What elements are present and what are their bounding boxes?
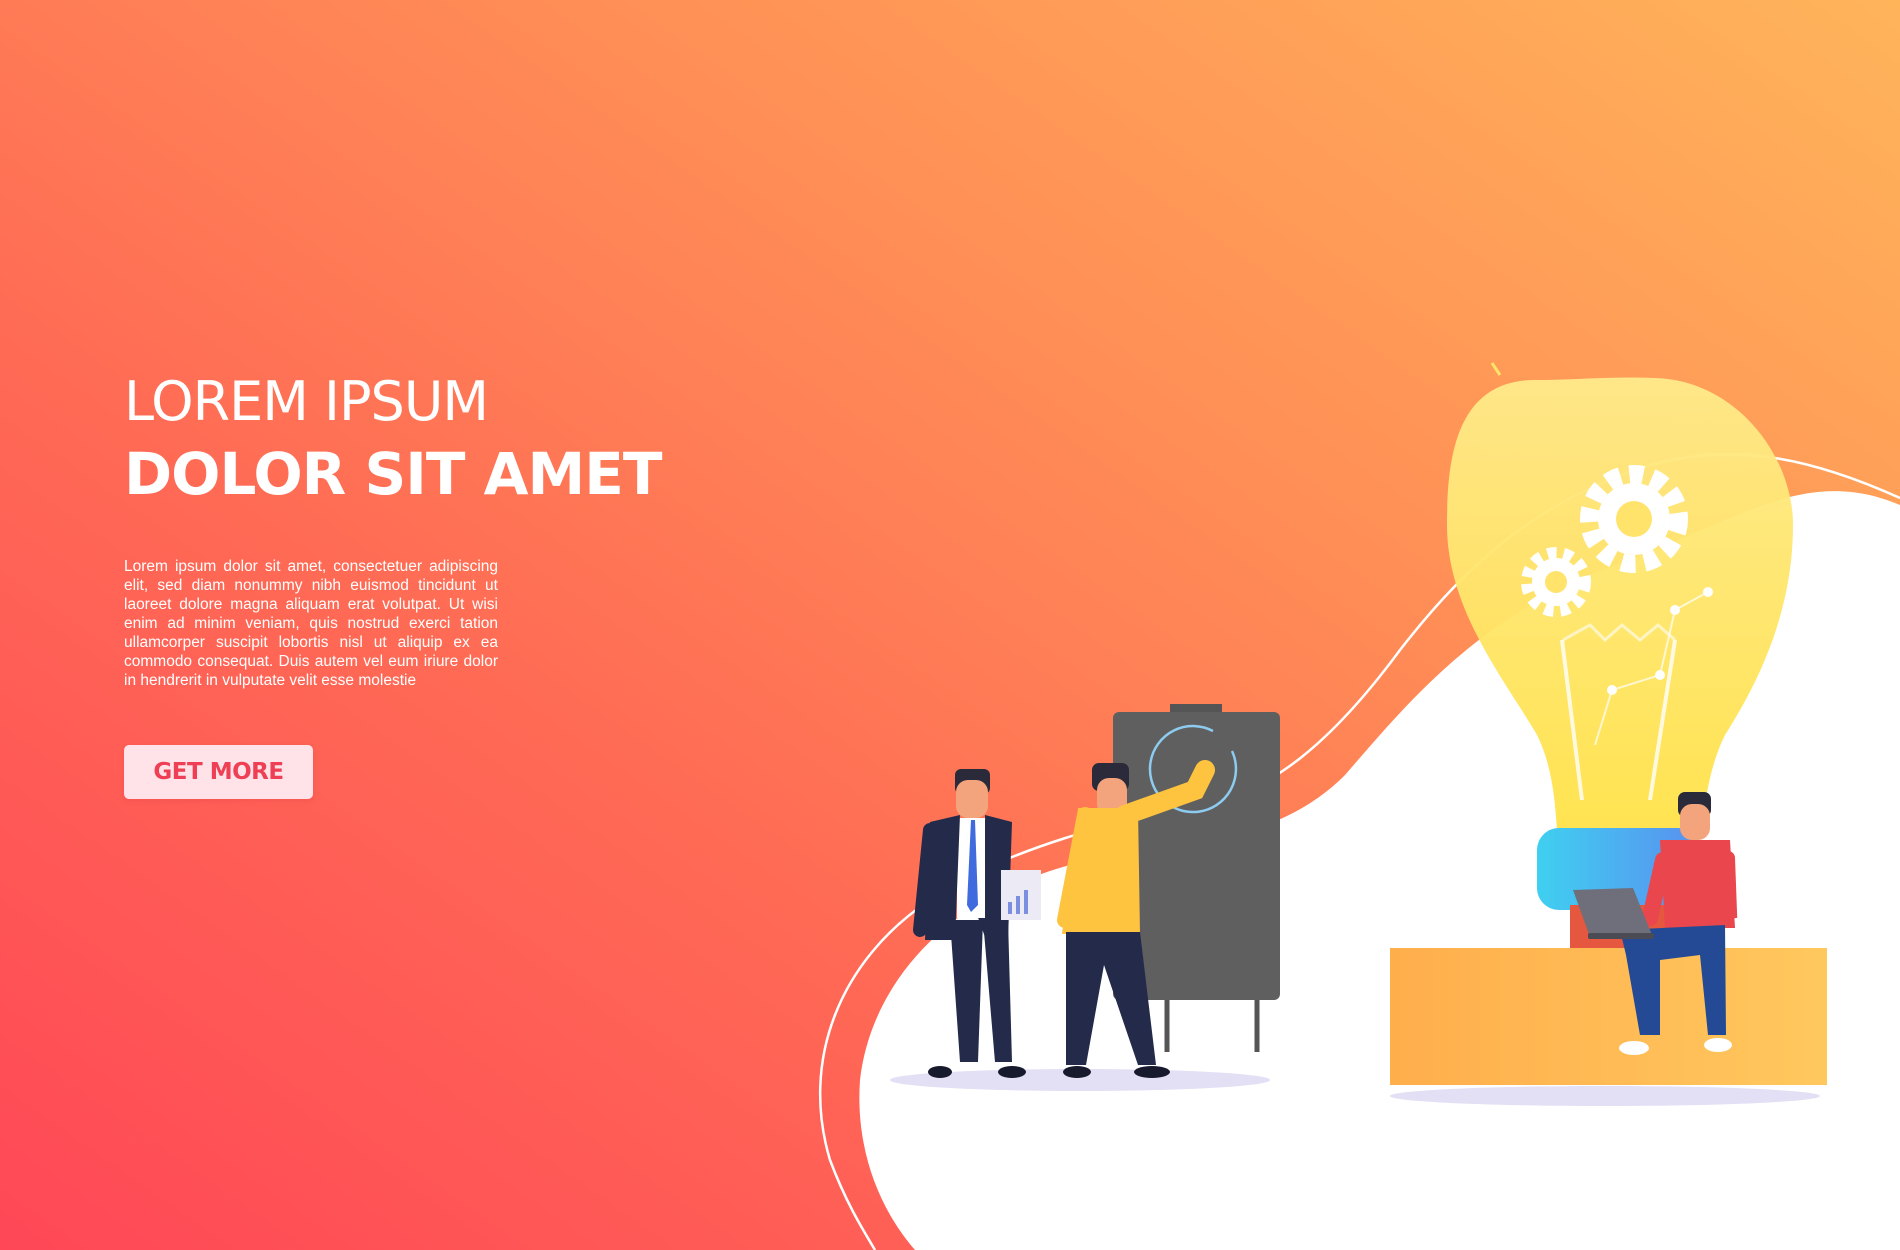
headline-light: LOREM IPSUM	[124, 370, 489, 433]
body-text: Lorem ipsum dolor sit amet, consectetuer…	[124, 558, 498, 689]
get-more-button[interactable]: GET MORE	[124, 745, 313, 799]
orange-block	[1390, 948, 1827, 1085]
headline-bold: DOLOR SIT AMET	[124, 440, 662, 508]
ground-shadow	[1390, 1086, 1820, 1106]
